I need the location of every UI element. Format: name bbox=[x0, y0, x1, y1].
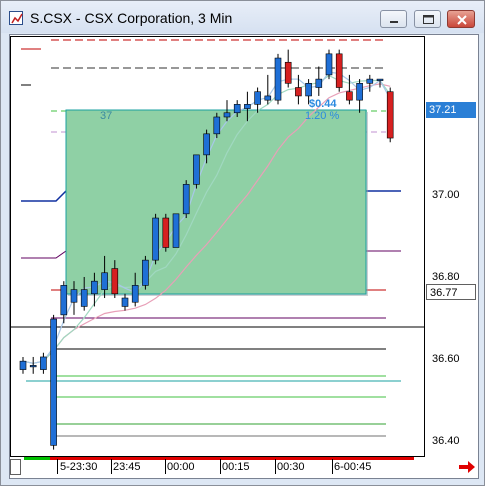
scroll-indicator-red bbox=[50, 457, 414, 460]
candle-body bbox=[315, 78, 323, 88]
candle-body bbox=[223, 112, 231, 118]
scroll-right-arrow-icon[interactable] bbox=[457, 458, 477, 476]
candle-body bbox=[60, 285, 68, 316]
candle-body bbox=[80, 289, 88, 307]
price-axis-label: 36.80 bbox=[432, 271, 460, 283]
price-axis-label: 37.00 bbox=[432, 189, 460, 201]
candle-body bbox=[376, 78, 384, 81]
candle-body bbox=[386, 91, 394, 139]
candle-body bbox=[356, 83, 363, 101]
candle-body bbox=[121, 297, 129, 307]
candle-body bbox=[29, 365, 37, 368]
price-axis-label: 36.60 bbox=[432, 353, 460, 365]
time-axis-label: 00:15 bbox=[222, 461, 250, 473]
candle-body bbox=[182, 184, 190, 215]
time-axis-separator bbox=[165, 459, 166, 474]
trade-profit-label: $0.44 bbox=[309, 98, 337, 110]
time-axis-separator bbox=[332, 459, 333, 474]
candle-body bbox=[152, 217, 159, 261]
close-button[interactable] bbox=[447, 10, 475, 28]
candle-body bbox=[131, 285, 139, 303]
window-title: S.CSX - CSX Corporation, 3 Min bbox=[30, 10, 233, 26]
candle-body bbox=[19, 360, 27, 370]
candle-body bbox=[335, 53, 343, 88]
crosshair-price-tag: 36.77 bbox=[426, 284, 476, 300]
last-price-tag: 37.21 bbox=[426, 102, 476, 118]
time-axis-label: 23:45 bbox=[113, 461, 141, 473]
trade-percent-label: 1.20 % bbox=[305, 110, 340, 122]
candle-body bbox=[213, 116, 221, 135]
time-axis-separator bbox=[220, 459, 221, 474]
candle-body bbox=[366, 78, 374, 84]
candle-body bbox=[295, 87, 302, 97]
time-axis-label: 00:00 bbox=[167, 461, 195, 473]
candle-body bbox=[91, 280, 98, 295]
candle-body bbox=[274, 57, 282, 101]
candle-body bbox=[264, 95, 272, 101]
candle-body bbox=[142, 259, 149, 286]
time-axis-separator bbox=[275, 459, 276, 474]
candle-body bbox=[101, 272, 108, 290]
title-bar[interactable]: S.CSX - CSX Corporation, 3 Min bbox=[1, 1, 484, 33]
price-chart[interactable] bbox=[10, 36, 425, 457]
candle-body bbox=[233, 104, 241, 114]
candle-body bbox=[70, 289, 78, 303]
scroll-indicator-green bbox=[24, 457, 50, 460]
trade-quantity-label: 37 bbox=[100, 110, 113, 122]
candle-body bbox=[172, 213, 180, 248]
maximize-button[interactable] bbox=[414, 10, 441, 28]
candle-body bbox=[254, 91, 261, 105]
price-axis-label: 36.40 bbox=[432, 435, 460, 447]
candle-body bbox=[346, 91, 353, 101]
candle-body bbox=[40, 356, 47, 370]
time-axis-separator bbox=[111, 459, 112, 474]
time-axis-separator bbox=[57, 459, 58, 474]
candle-body bbox=[203, 133, 210, 156]
candle-body bbox=[305, 83, 312, 97]
candle-body bbox=[162, 217, 170, 248]
time-axis-label: 5-23:30 bbox=[60, 461, 98, 473]
chart-app-icon bbox=[9, 11, 23, 25]
time-axis-label: 00:30 bbox=[277, 461, 305, 473]
candle-body bbox=[193, 154, 200, 185]
candle-body bbox=[325, 53, 333, 76]
candle-body bbox=[284, 61, 292, 84]
candle-body bbox=[111, 268, 119, 295]
minimize-button[interactable] bbox=[380, 10, 407, 28]
candle-body bbox=[50, 318, 57, 446]
time-axis-label: 6-00:45 bbox=[334, 461, 372, 473]
candle-body bbox=[244, 104, 251, 109]
axis-corner-box[interactable] bbox=[10, 459, 21, 475]
